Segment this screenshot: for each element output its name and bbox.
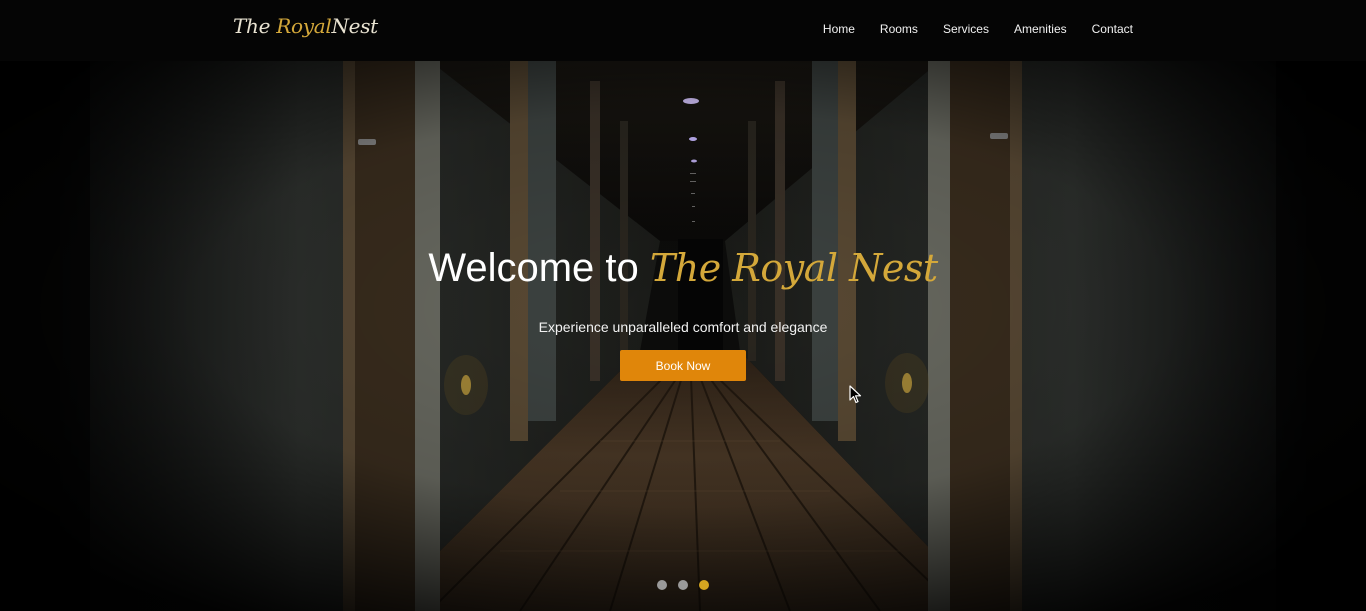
nav-link-contact[interactable]: Contact <box>1092 22 1133 36</box>
carousel-dot-2[interactable] <box>678 580 688 590</box>
corridor-background-image <box>0 61 1366 611</box>
hero-title: Welcome to The Royal Nest <box>0 246 1366 291</box>
mouse-pointer-icon <box>849 385 862 404</box>
navbar: The RoyalNest Home Rooms Services Amenit… <box>0 0 1366 61</box>
nav-link-services[interactable]: Services <box>943 22 989 36</box>
book-now-button[interactable]: Book Now <box>620 350 746 381</box>
hero-banner <box>0 61 1366 611</box>
carousel-dot-3[interactable] <box>699 580 709 590</box>
main-nav: Home Rooms Services Amenities Contact <box>798 22 1133 36</box>
nav-link-home[interactable]: Home <box>823 22 855 36</box>
site-logo[interactable]: The RoyalNest <box>233 14 378 38</box>
logo-word-nest: Nest <box>331 14 378 38</box>
hero-subtitle: Experience unparalleled comfort and eleg… <box>538 319 828 335</box>
hero-title-brand: The Royal Nest <box>649 246 938 290</box>
hero-title-prefix: Welcome to <box>428 246 639 290</box>
nav-link-amenities[interactable]: Amenities <box>1014 22 1067 36</box>
page: The RoyalNest Home Rooms Services Amenit… <box>0 0 1366 611</box>
logo-word-the: The <box>233 14 277 38</box>
carousel-dot-1[interactable] <box>657 580 667 590</box>
carousel-indicators <box>657 580 709 590</box>
nav-link-rooms[interactable]: Rooms <box>880 22 918 36</box>
logo-word-royal: Royal <box>276 14 332 38</box>
